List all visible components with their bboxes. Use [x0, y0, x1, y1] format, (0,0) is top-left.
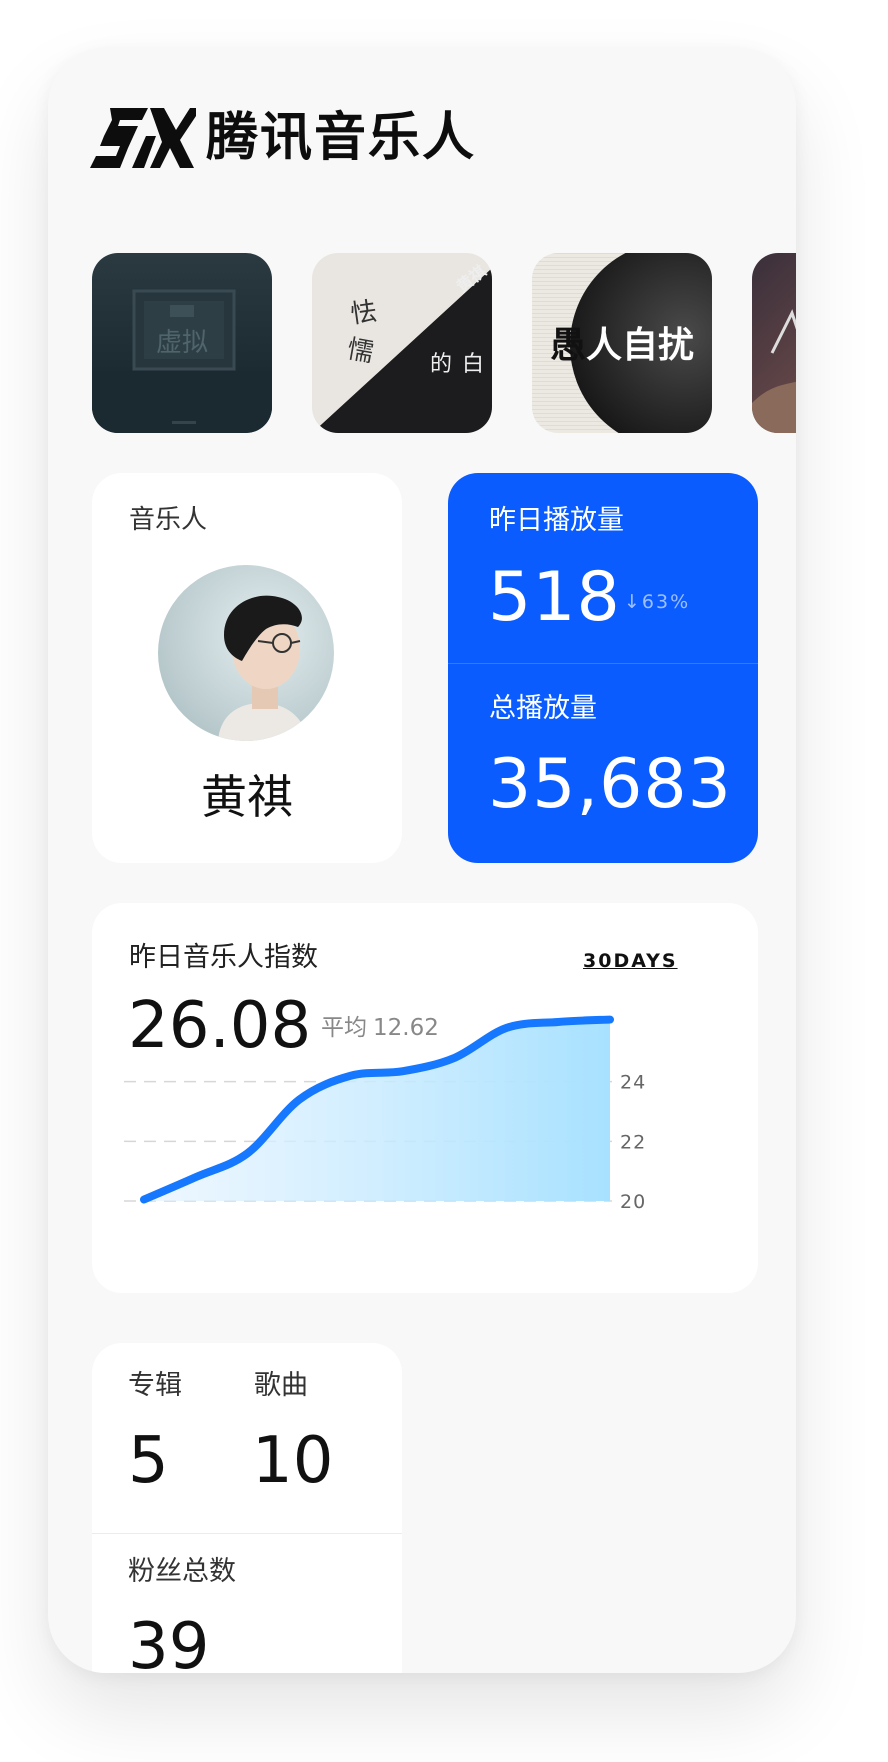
- artist-avatar-image: [158, 565, 334, 741]
- total-plays-value: 35,683: [488, 745, 732, 824]
- album-cover-image: [752, 253, 796, 433]
- yesterday-plays-value: 518: [488, 558, 621, 637]
- album-carousel[interactable]: 虚拟 怯 懦 的 白 黄祺 愚人自扰: [92, 253, 796, 433]
- index-label: 昨日音乐人指数: [129, 942, 318, 973]
- total-plays-label: 总播放量: [489, 693, 597, 724]
- album-cover-image: 怯 懦 的 白 黄祺: [312, 253, 492, 433]
- songs-count: 10: [252, 1424, 334, 1498]
- album-title-text: 虚拟: [156, 328, 208, 358]
- app-screen: 腾讯音乐人 虚拟 怯 懦 的 白 黄祺 愚人自扰 音乐人 黄祺 昨日播放量 51…: [48, 48, 796, 1673]
- album-cover-3[interactable]: 愚人自扰: [532, 253, 712, 433]
- album-cover-image: 愚人自扰: [532, 253, 712, 433]
- chart-tick-label: 22: [620, 1131, 646, 1153]
- stats-card[interactable]: 专辑 5 歌曲 10 粉丝总数 39: [92, 1343, 402, 1673]
- album-cover-2[interactable]: 怯 懦 的 白 黄祺: [312, 253, 492, 433]
- fans-count: 39: [128, 1610, 210, 1673]
- chart-tick-label: 20: [620, 1191, 646, 1213]
- songs-label: 歌曲: [254, 1370, 308, 1401]
- artist-avatar[interactable]: [158, 565, 334, 741]
- svg-text:白: 白: [462, 352, 484, 377]
- index-average-label: 平均: [321, 1015, 367, 1041]
- brand-logo: 腾讯音乐人: [90, 106, 476, 170]
- chart-tick-label: 24: [620, 1072, 646, 1094]
- svg-text:懦: 懦: [345, 334, 376, 368]
- album-cover-image: 虚拟: [92, 253, 272, 433]
- plays-change-badge: ↓63%: [624, 591, 691, 613]
- artist-index-card[interactable]: 20 22 24 昨日音乐人指数 30DAYS 26.08 平均 12.62: [92, 903, 758, 1293]
- albums-count: 5: [128, 1424, 169, 1498]
- range-30days-link[interactable]: 30DAYS: [583, 949, 678, 973]
- albums-label: 专辑: [128, 1370, 182, 1401]
- yesterday-plays-label: 昨日播放量: [489, 505, 624, 536]
- brand-name: 腾讯音乐人: [206, 108, 477, 168]
- artist-card[interactable]: 音乐人 黄祺: [92, 473, 402, 863]
- svg-text:的: 的: [430, 352, 452, 377]
- index-value: 26.08: [128, 989, 312, 1063]
- index-average-value: 12.62: [373, 1015, 439, 1041]
- album-cover-4[interactable]: [752, 253, 796, 433]
- index-average: 平均 12.62: [321, 1013, 439, 1043]
- svg-text:怯: 怯: [349, 297, 379, 330]
- svg-text:愚人自扰: 愚人自扰: [550, 325, 694, 366]
- tme-logo-icon: [90, 108, 196, 168]
- yesterday-plays-section: 昨日播放量 518 ↓63%: [448, 473, 758, 664]
- plays-card[interactable]: 昨日播放量 518 ↓63% 总播放量 35,683: [448, 473, 758, 863]
- stats-divider: [92, 1533, 402, 1534]
- album-cover-1[interactable]: 虚拟: [92, 253, 272, 433]
- fans-label: 粉丝总数: [128, 1556, 236, 1587]
- artist-label: 音乐人: [129, 505, 208, 535]
- artist-name: 黄祺: [201, 770, 293, 824]
